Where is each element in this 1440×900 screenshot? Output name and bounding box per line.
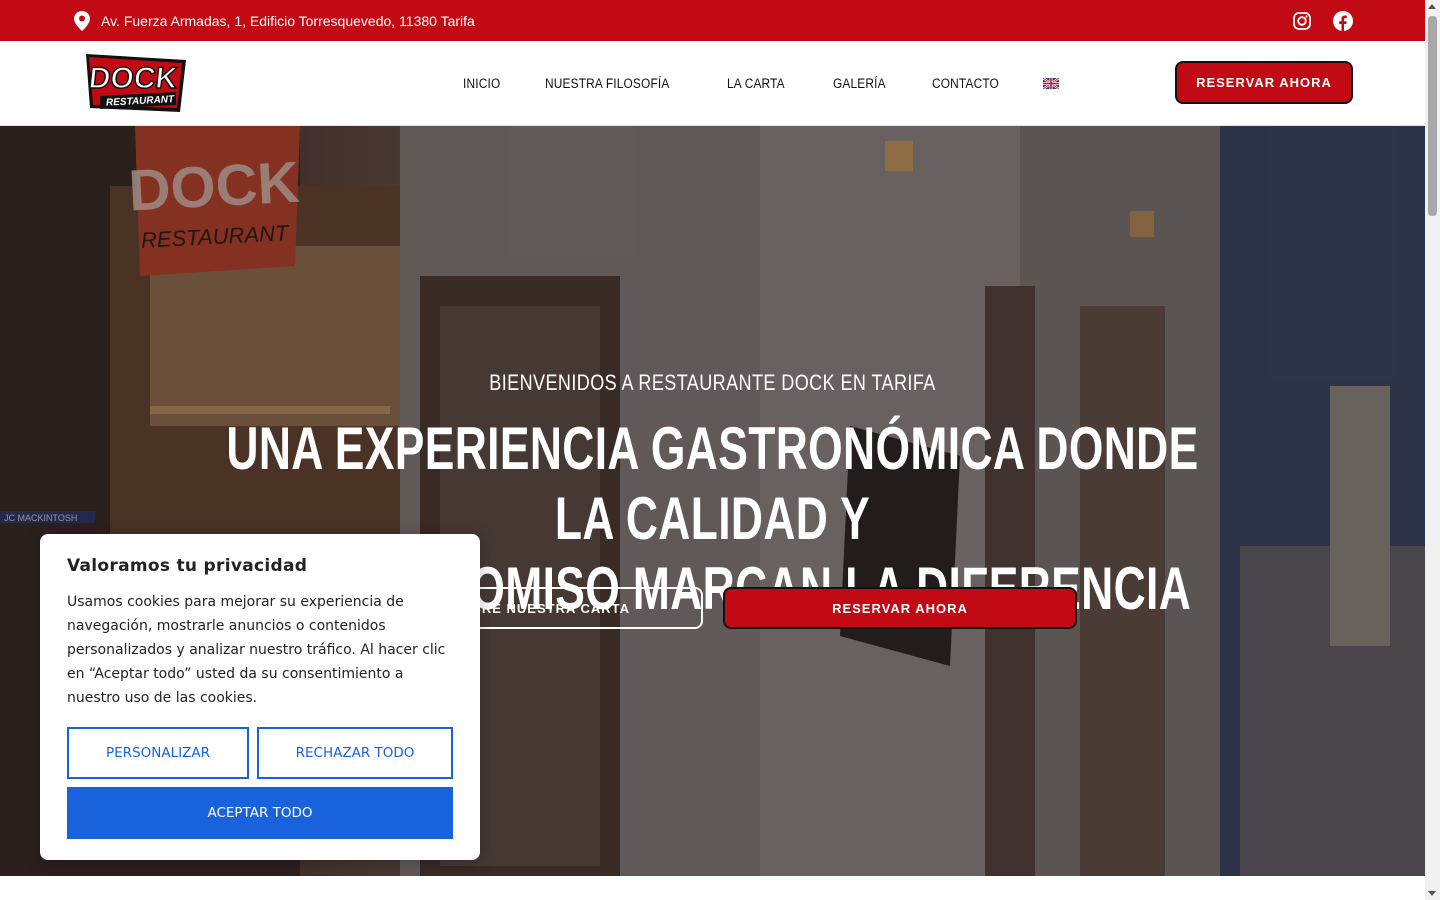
hero-kicker: BIENVENIDOS A RESTAURANTE DOCK EN TARIFA xyxy=(489,370,936,395)
map-pin-icon xyxy=(74,10,90,31)
main-nav: INICIO NUESTRA FILOSOFÍA LA CARTA GALERÍ… xyxy=(463,41,1059,126)
social-links xyxy=(1293,0,1353,41)
scroll-down-icon[interactable] xyxy=(1428,891,1436,896)
instagram-icon[interactable] xyxy=(1293,11,1311,30)
site-header: DOCK RESTAURANT INICIO NUESTRA FILOSOFÍA… xyxy=(0,41,1425,126)
cookie-title: Valoramos tu privacidad xyxy=(67,556,308,576)
nav-inicio[interactable]: INICIO xyxy=(463,76,500,91)
cookie-customize-button[interactable]: PERSONALIZAR xyxy=(67,727,249,779)
page-scrollbar[interactable] xyxy=(1425,0,1440,900)
scroll-up-icon[interactable] xyxy=(1428,4,1436,9)
address: Av. Fuerza Armadas, 1, Edificio Torresqu… xyxy=(74,0,475,41)
nav-contacto[interactable]: CONTACTO xyxy=(932,76,999,91)
book-now-header-button[interactable]: RESERVAR AHORA xyxy=(1175,61,1353,104)
facebook-icon[interactable] xyxy=(1333,10,1353,31)
cookie-accept-all-button[interactable]: ACEPTAR TODO xyxy=(67,787,453,839)
site-logo[interactable]: DOCK RESTAURANT xyxy=(82,50,192,116)
uk-flag-icon[interactable] xyxy=(1042,78,1059,89)
cookie-consent-banner: Valoramos tu privacidad Usamos cookies p… xyxy=(40,534,480,860)
svg-text:DOCK: DOCK xyxy=(87,62,179,95)
cookie-text: Usamos cookies para mejorar su experienc… xyxy=(67,594,446,706)
nav-carta[interactable]: LA CARTA xyxy=(727,76,785,91)
address-text: Av. Fuerza Armadas, 1, Edificio Torresqu… xyxy=(101,12,475,29)
book-now-hero-button[interactable]: RESERVAR AHORA xyxy=(723,587,1077,629)
nav-galeria[interactable]: GALERÍA xyxy=(833,76,886,91)
top-bar: Av. Fuerza Armadas, 1, Edificio Torresqu… xyxy=(0,0,1425,41)
nav-filosofia[interactable]: NUESTRA FILOSOFÍA xyxy=(545,76,669,91)
cookie-reject-all-button[interactable]: RECHAZAR TODO xyxy=(257,727,453,779)
scrollbar-thumb[interactable] xyxy=(1428,16,1437,216)
